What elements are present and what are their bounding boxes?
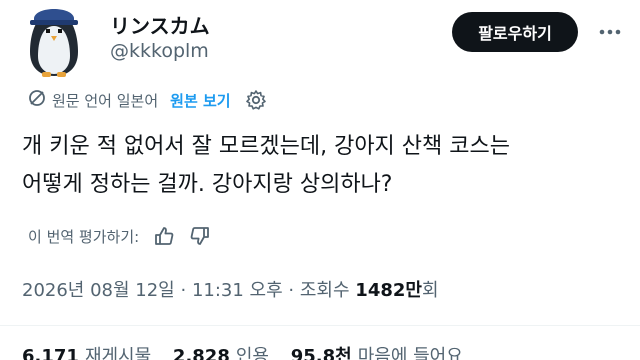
rate-translation-row: 이 번역 평가하기:	[28, 222, 211, 250]
user-handle[interactable]: @kkkoplm	[110, 40, 209, 62]
divider	[0, 325, 640, 326]
follow-button[interactable]: 팔로우하기	[452, 12, 578, 52]
tweet-time[interactable]: 11:31 오후	[192, 280, 283, 301]
retweets-stat[interactable]: 6,171 재게시물	[22, 346, 151, 360]
gear-icon[interactable]	[245, 89, 267, 111]
quotes-stat[interactable]: 2,828 인용	[173, 346, 269, 360]
likes-stat[interactable]: 95.8천 마음에 들어요	[291, 346, 463, 360]
display-name[interactable]: リンスカム	[110, 10, 210, 39]
views-count: 1482만	[355, 280, 422, 301]
quotes-label: 인용	[235, 346, 269, 360]
likes-label: 마음에 들어요	[357, 346, 463, 360]
avatar[interactable]	[22, 2, 86, 78]
thumbs-down-icon[interactable]	[189, 225, 211, 247]
tweet-text-line: 개 키운 적 없어서 잘 모르겠는데, 강아지 산책 코스는	[22, 134, 510, 159]
thumbs-up-icon[interactable]	[153, 225, 175, 247]
show-original-link[interactable]: 원본 보기	[170, 90, 230, 111]
penguin-avatar-icon	[30, 9, 78, 77]
quotes-count: 2,828	[172, 346, 230, 360]
retweets-count: 6,171	[22, 346, 79, 360]
tweet-header: リンスカム @kkkoplm 팔로우하기	[0, 0, 640, 86]
tweet-text: 개 키운 적 없어서 잘 모르겠는데, 강아지 산책 코스는 어떻게 정하는 걸…	[22, 128, 622, 204]
tweet-meta: 2026년 08월 12일 · 11:31 오후 · 조회수 1482만회	[22, 276, 439, 302]
translation-note: 원문 언어 일본어	[52, 91, 159, 110]
likes-count: 95.8천	[290, 346, 352, 360]
views-label: 조회수	[299, 280, 350, 301]
more-icon[interactable]	[596, 18, 624, 46]
rate-translation-label: 이 번역 평가하기:	[28, 227, 140, 246]
translate-icon	[28, 89, 46, 111]
tweet-text-line: 어떻게 정하는 걸까. 강아지랑 상의하나?	[22, 172, 393, 197]
tweet-date[interactable]: 2026년 08월 12일	[22, 280, 175, 301]
meta-separator: ·	[180, 280, 187, 301]
meta-separator: ·	[288, 280, 295, 301]
engagement-stats: 6,171 재게시물 2,828 인용 95.8천 마음에 들어요	[22, 342, 479, 360]
views-unit: 회	[421, 280, 439, 301]
retweets-label: 재게시물	[84, 346, 152, 360]
translation-bar: 원문 언어 일본어 원본 보기	[28, 86, 267, 114]
